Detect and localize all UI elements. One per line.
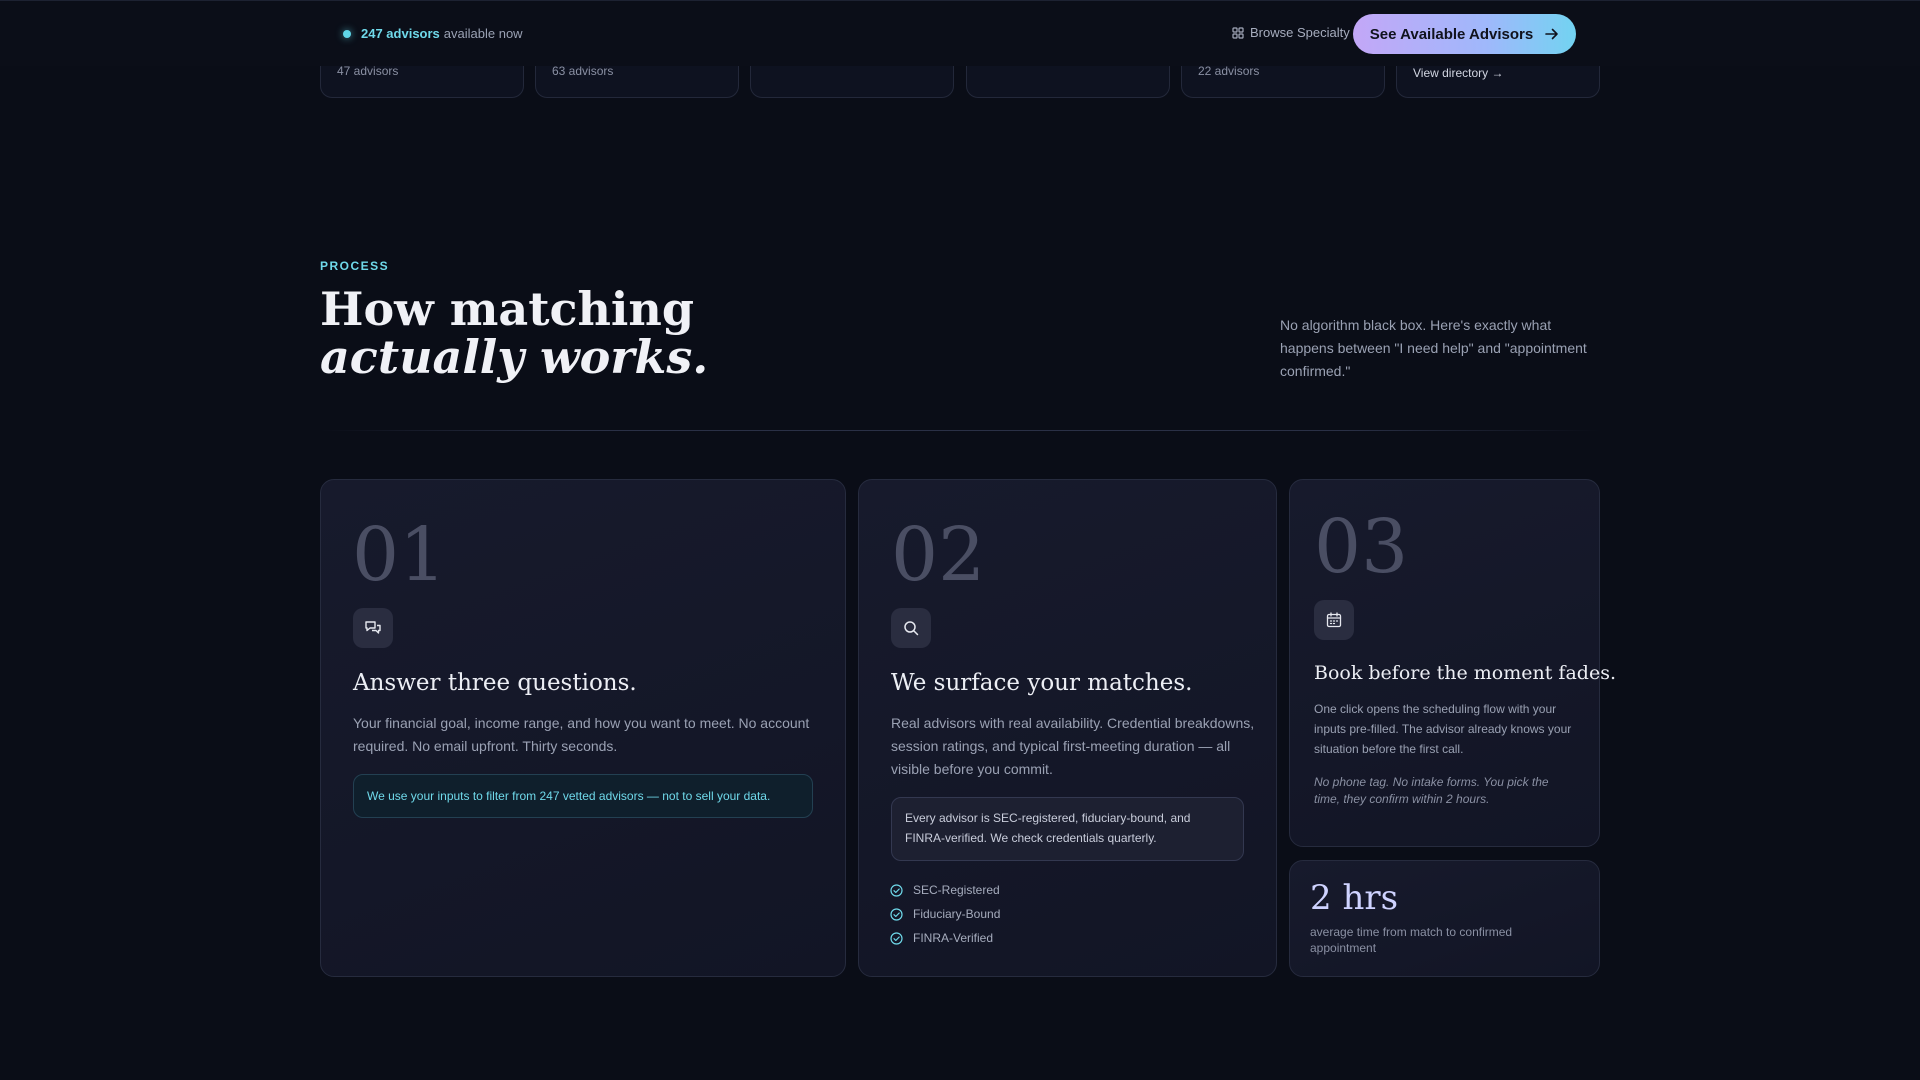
availability-indicator: 247 advisors available now	[343, 26, 523, 41]
credential-label: Fiduciary-Bound	[913, 907, 1001, 921]
top-bar: 247 advisors available now Browse Special…	[0, 0, 1920, 66]
browse-specialty-link[interactable]: Browse Specialty	[1232, 25, 1350, 40]
check-circle-icon	[890, 883, 903, 897]
specialty-advisor-count: 22 advisors	[1198, 64, 1260, 78]
privacy-note: We use your inputs to filter from 247 ve…	[353, 774, 813, 818]
scheduling-note: No phone tag. No intake forms. You pick …	[1314, 775, 1549, 806]
step-icon-box	[1314, 600, 1354, 640]
step-body: One click opens the scheduling flow with…	[1314, 702, 1572, 756]
credential-item: Fiduciary-Bound	[890, 902, 1000, 926]
chat-bubbles-icon	[365, 621, 381, 634]
stat-label: average time from match to confirmed app…	[1310, 925, 1513, 955]
specialty-advisor-count: 47 advisors	[337, 64, 399, 78]
grid-icon	[1232, 26, 1244, 39]
step-title: We surface your matches.	[891, 670, 1193, 696]
credential-label: SEC-Registered	[913, 883, 1000, 897]
credential-item: SEC-Registered	[890, 878, 1000, 902]
specialty-advisor-count: 63 advisors	[552, 64, 614, 78]
credential-label: FINRA-Verified	[913, 931, 994, 945]
stat-value: 2 hrs	[1310, 878, 1399, 918]
check-circle-icon	[890, 907, 903, 921]
headline-line-1: How matching	[320, 282, 695, 336]
cta-label: See Available Advisors	[1369, 25, 1534, 43]
available-count: 247 advisors	[361, 26, 440, 41]
calendar-icon	[1326, 612, 1342, 628]
credential-list: SEC-Registered Fiduciary-Bound FINRA-Ver…	[890, 878, 1000, 950]
step-title: Answer three questions.	[353, 670, 637, 696]
section-intro: No algorithm black box. Here's exactly w…	[1280, 317, 1587, 379]
section-eyebrow: PROCESS	[320, 259, 390, 273]
search-icon	[904, 621, 919, 636]
step-number: 02	[891, 512, 986, 598]
headline-line-2: actually works.	[320, 330, 709, 384]
live-status-dot	[343, 29, 351, 38]
step-body: Your financial goal, income range, and h…	[353, 715, 810, 754]
step-icon-box	[353, 608, 393, 648]
credentials-note: Every advisor is SEC-registered, fiducia…	[891, 797, 1244, 861]
section-divider	[320, 430, 1600, 431]
step-number: 01	[352, 512, 447, 598]
available-suffix: available now	[443, 26, 523, 41]
section-headline: How matching actually works.	[320, 285, 708, 381]
credential-item: FINRA-Verified	[890, 926, 1000, 950]
view-directory-link[interactable]: View directory →	[1413, 66, 1503, 80]
step-icon-box	[891, 608, 931, 648]
check-circle-icon	[890, 931, 903, 945]
step-body: Real advisors with real availability. Cr…	[891, 715, 1255, 777]
see-available-advisors-button[interactable]: See Available Advisors	[1353, 14, 1576, 54]
browse-specialty-label: Browse Specialty	[1250, 25, 1350, 40]
step-title: Book before the moment fades.	[1314, 662, 1616, 684]
arrow-right-icon	[1545, 28, 1559, 40]
step-number: 03	[1314, 504, 1409, 590]
